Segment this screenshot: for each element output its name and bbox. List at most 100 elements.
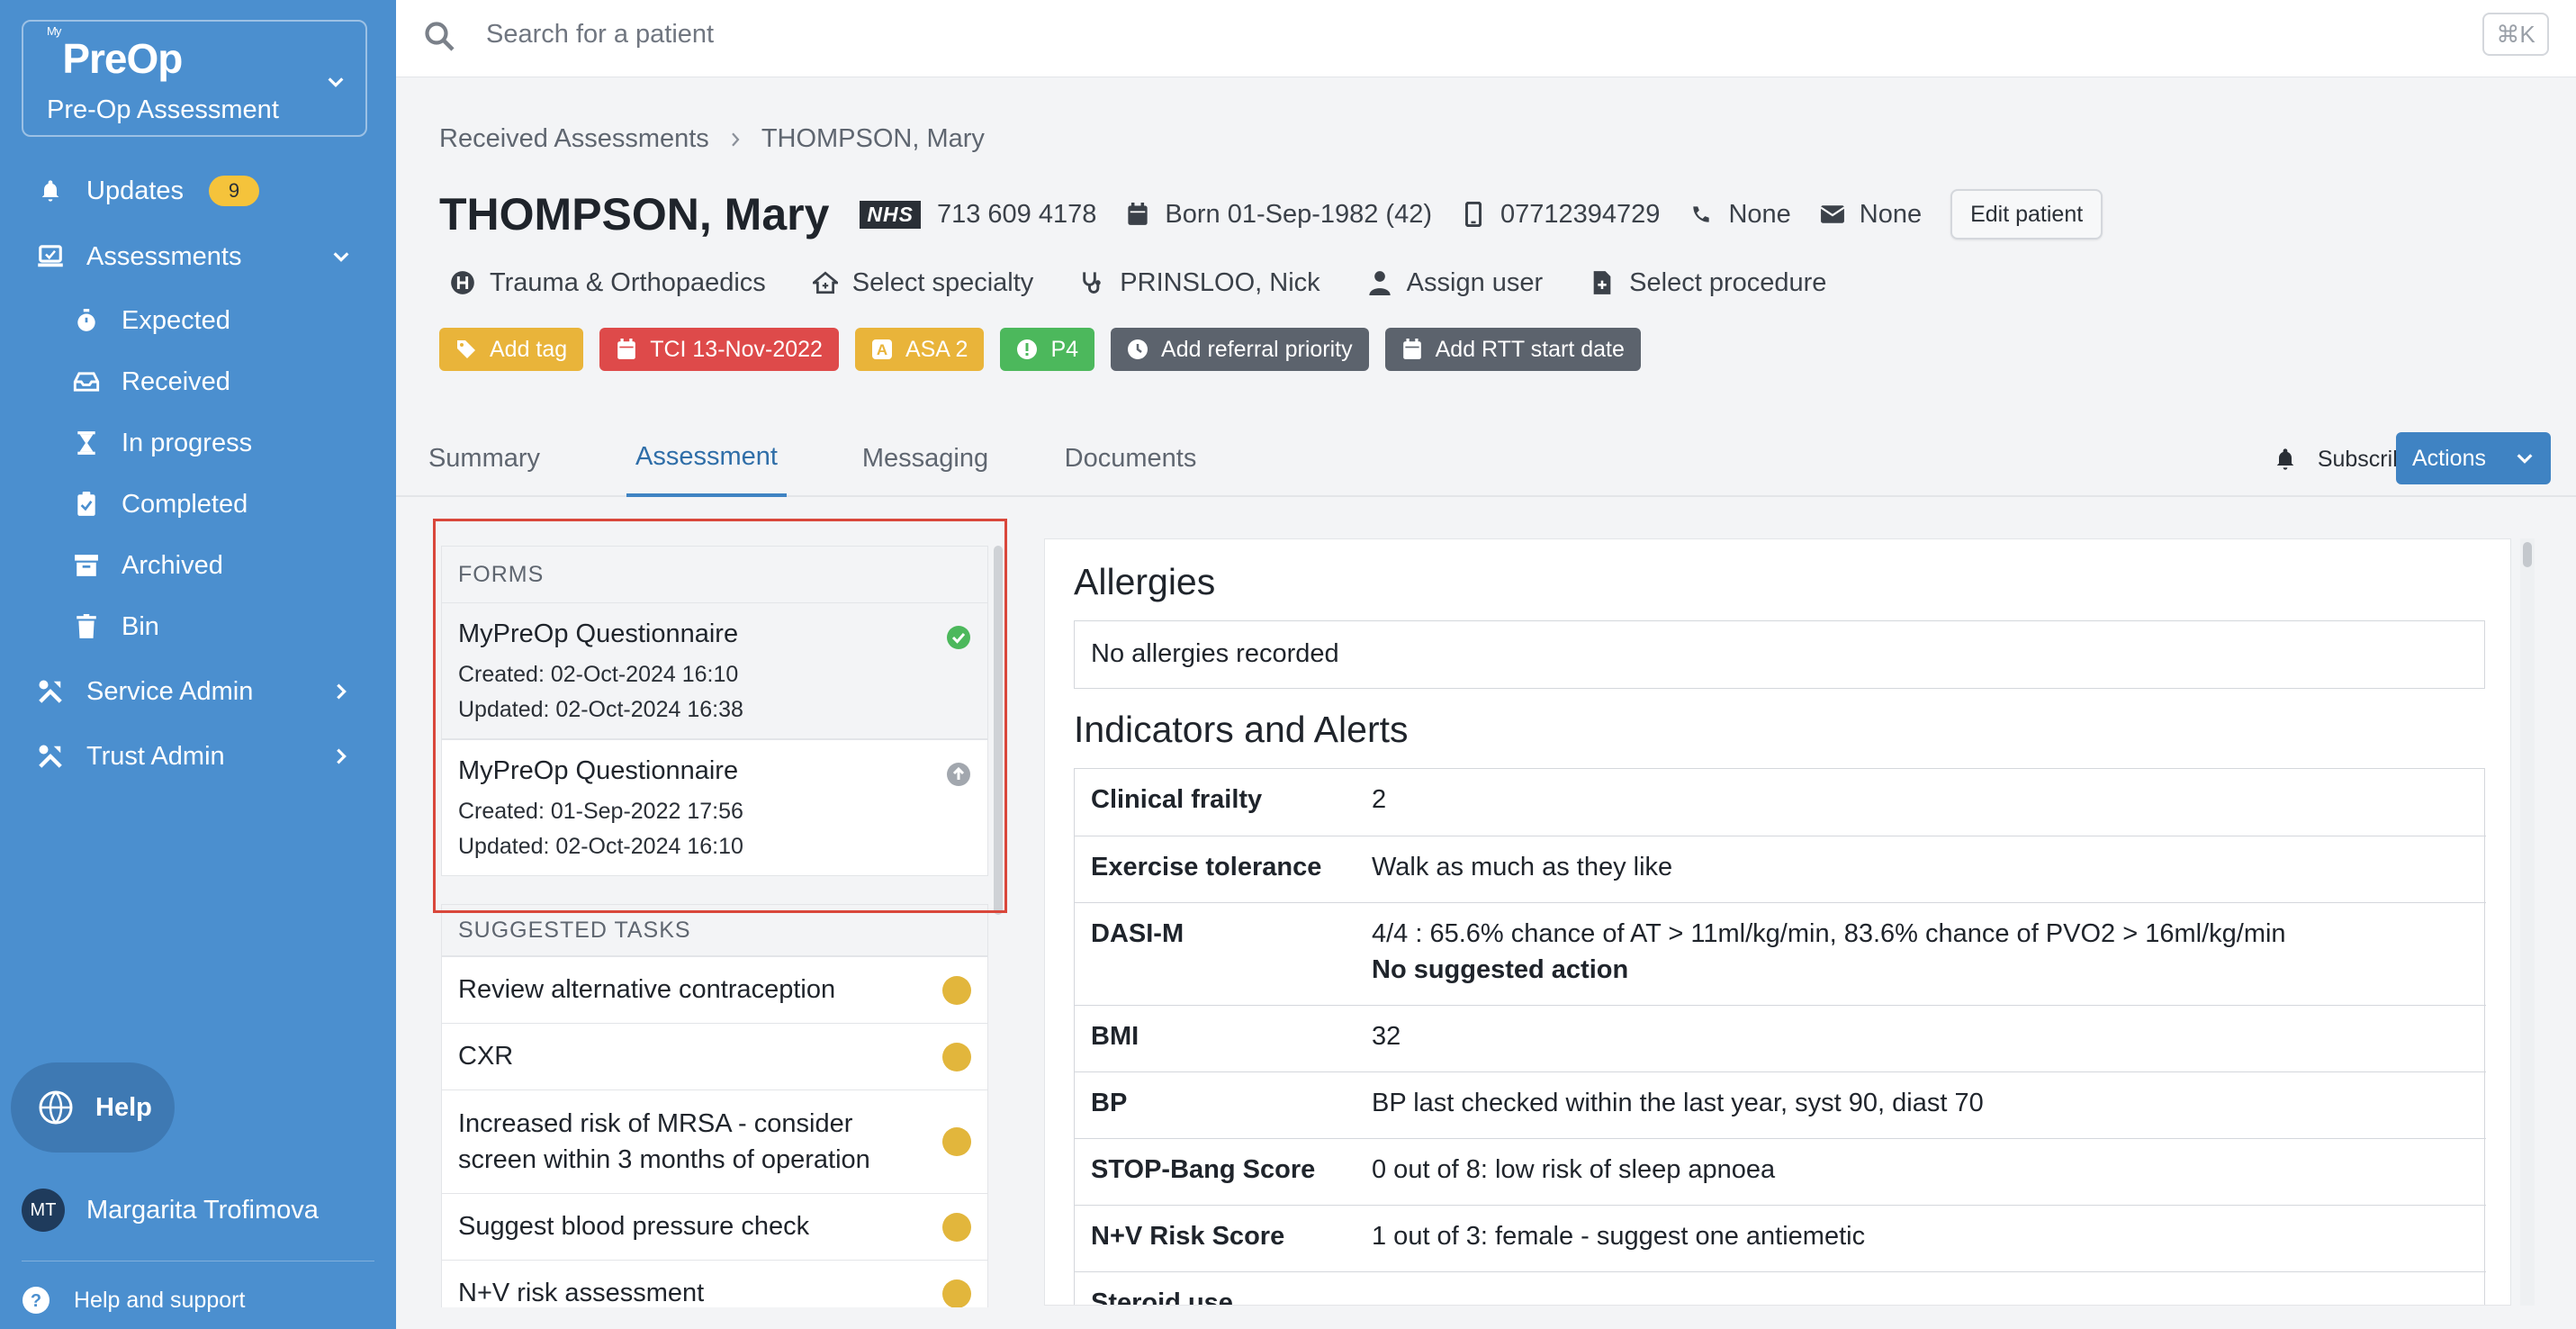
- tools-icon: [36, 742, 65, 771]
- task-item[interactable]: CXR: [441, 1023, 988, 1090]
- indicator-key: STOP-Bang Score: [1091, 1155, 1316, 1184]
- assign-user[interactable]: Assign user: [1367, 268, 1543, 298]
- stethoscope-icon: [1080, 270, 1105, 295]
- task-label: Review alternative contraception: [458, 975, 836, 1004]
- add-rtt-start-date-button[interactable]: Add RTT start date: [1384, 328, 1641, 371]
- tci-date-badge[interactable]: TCI 13-Nov-2022: [599, 328, 839, 371]
- calendar-icon: [617, 339, 636, 359]
- sidebar-item-assessments[interactable]: Assessments: [0, 230, 396, 284]
- indicator-row: STOP-Bang Score 0 out of 8: low risk of …: [1075, 1138, 2486, 1205]
- tag-label: P4: [1050, 336, 1079, 362]
- status-dot: [942, 1279, 971, 1307]
- sidebar-item-service-admin[interactable]: Service Admin: [0, 664, 396, 719]
- indicator-key: BMI: [1091, 1022, 1139, 1051]
- indicator-value: 2: [1372, 785, 1387, 814]
- nhs-number-value: 713 609 4178: [936, 199, 1097, 229]
- sidebar-item-bin[interactable]: Bin: [0, 600, 396, 654]
- priority-badge[interactable]: P4: [1000, 328, 1095, 371]
- help-support-link[interactable]: ? Help and support: [22, 1286, 245, 1315]
- patient-info-row: Trauma & Orthopaedics Select specialty P…: [450, 265, 1873, 301]
- stopwatch-icon: [72, 306, 101, 335]
- allergies-heading: Allergies: [1074, 561, 1216, 602]
- svg-text:?: ?: [31, 1291, 41, 1311]
- chevron-right-icon: [337, 683, 347, 700]
- department-value: Trauma & Orthopaedics: [490, 267, 766, 297]
- sidebar-item-label: Completed: [122, 489, 248, 519]
- tag-label: ASA 2: [905, 336, 968, 362]
- content-scrollbar-track[interactable]: [2520, 538, 2535, 1306]
- assessment-content: Allergies No allergies recorded Indicato…: [1044, 538, 2511, 1306]
- chevron-down-icon: [333, 252, 349, 262]
- sidebar-item-completed[interactable]: Completed: [0, 477, 396, 531]
- user-name: Margarita Trofimova: [86, 1195, 319, 1225]
- content-scrollbar-thumb[interactable]: [2523, 542, 2532, 567]
- sidebar-item-label: Bin: [122, 611, 159, 641]
- date-of-birth: Born 01-Sep-1982 (42): [1125, 200, 1432, 230]
- indicator-key: Exercise tolerance: [1091, 853, 1322, 881]
- select-procedure[interactable]: Select procedure: [1590, 268, 1826, 298]
- user-icon: [1367, 270, 1392, 295]
- tab-documents[interactable]: Documents: [1055, 420, 1206, 497]
- task-item[interactable]: Review alternative contraception: [441, 956, 988, 1024]
- sidebar-item-label: Received: [122, 366, 230, 396]
- top-bar: ⌘K: [396, 0, 2576, 77]
- sidebar-item-trust-admin[interactable]: Trust Admin: [0, 729, 396, 783]
- indicator-value: 4/4 : 65.6% chance of AT > 11ml/kg/min, …: [1372, 916, 2286, 988]
- sidebar-item-label: Service Admin: [86, 676, 254, 706]
- sidebar-item-archived[interactable]: Archived: [0, 538, 396, 592]
- indicator-value: Walk as much as they like: [1372, 853, 1673, 881]
- globe-help-icon: [39, 1090, 73, 1125]
- app-switcher[interactable]: MyPreOp Pre-Op Assessment: [22, 20, 367, 137]
- indicator-row: Clinical frailty 2: [1075, 769, 2486, 836]
- patient-search-input[interactable]: [486, 14, 1836, 54]
- chevron-right-icon: [731, 132, 740, 146]
- clinician[interactable]: PRINSLOO, Nick: [1080, 268, 1320, 298]
- laptop-icon: [36, 242, 65, 271]
- status-dot: [942, 1212, 971, 1242]
- hourglass-icon: [72, 429, 101, 457]
- tab-messaging[interactable]: Messaging: [848, 420, 1003, 497]
- keyboard-shortcut-hint: ⌘K: [2482, 13, 2549, 56]
- indicator-key: DASI-M: [1091, 919, 1184, 948]
- sidebar-item-expected[interactable]: Expected: [0, 294, 396, 348]
- tab-assessment[interactable]: Assessment: [626, 420, 787, 497]
- department[interactable]: Trauma & Orthopaedics: [450, 268, 766, 298]
- inbox-icon: [72, 367, 101, 396]
- indicator-row: DASI-M 4/4 : 65.6% chance of AT > 11ml/k…: [1075, 902, 2486, 1005]
- patient-header: THOMPSON, Mary NHS 713 609 4178 Born 01-…: [439, 185, 2103, 243]
- user-menu[interactable]: MT Margarita Trofimova: [22, 1189, 319, 1232]
- clipboard-check-icon: [72, 490, 101, 519]
- select-specialty[interactable]: Select specialty: [812, 268, 1033, 298]
- indicator-value: BP last checked within the last year, sy…: [1372, 1089, 1984, 1117]
- nhs-number: NHS 713 609 4178: [860, 200, 1096, 230]
- sidebar-item-received[interactable]: Received: [0, 355, 396, 409]
- task-item[interactable]: N+V risk assessment: [441, 1260, 988, 1307]
- email-value: None: [1859, 199, 1923, 229]
- procedure-value: Select procedure: [1629, 267, 1827, 297]
- chevron-down-icon: [328, 77, 344, 87]
- dasi-value: 4/4 : 65.6% chance of AT > 11ml/kg/min, …: [1372, 919, 2286, 948]
- add-tag-button[interactable]: Add tag: [439, 328, 584, 371]
- breadcrumb: Received Assessments THOMPSON, Mary: [439, 124, 985, 154]
- help-button[interactable]: Help: [11, 1062, 175, 1153]
- actions-dropdown-button[interactable]: Actions: [2396, 432, 2551, 484]
- trash-icon: [72, 612, 101, 641]
- edit-patient-button[interactable]: Edit patient: [1950, 189, 2103, 240]
- tab-summary[interactable]: Summary: [421, 420, 547, 497]
- add-referral-priority-button[interactable]: Add referral priority: [1111, 328, 1369, 371]
- support-label: Help and support: [74, 1287, 246, 1313]
- sidebar-item-updates[interactable]: Updates 9: [0, 164, 396, 218]
- allergies-box: No allergies recorded: [1074, 620, 2485, 689]
- indicator-key: N+V Risk Score: [1091, 1222, 1285, 1251]
- clock-icon: [1128, 339, 1148, 359]
- task-item[interactable]: Suggest blood pressure check: [441, 1193, 988, 1261]
- sidebar-item-label: Trust Admin: [86, 741, 225, 771]
- task-item[interactable]: Increased risk of MRSA - consider screen…: [441, 1089, 988, 1194]
- sidebar-item-in-progress[interactable]: In progress: [0, 416, 396, 470]
- indicator-value: 0 out of 8: low risk of sleep apnoea: [1372, 1155, 1776, 1184]
- breadcrumb-current: THOMPSON, Mary: [761, 124, 985, 153]
- breadcrumb-parent-link[interactable]: Received Assessments: [439, 124, 709, 154]
- envelope-icon: [1820, 202, 1845, 227]
- asa-badge[interactable]: A ASA 2: [854, 328, 985, 371]
- indicator-row: Steroid use: [1075, 1271, 2486, 1305]
